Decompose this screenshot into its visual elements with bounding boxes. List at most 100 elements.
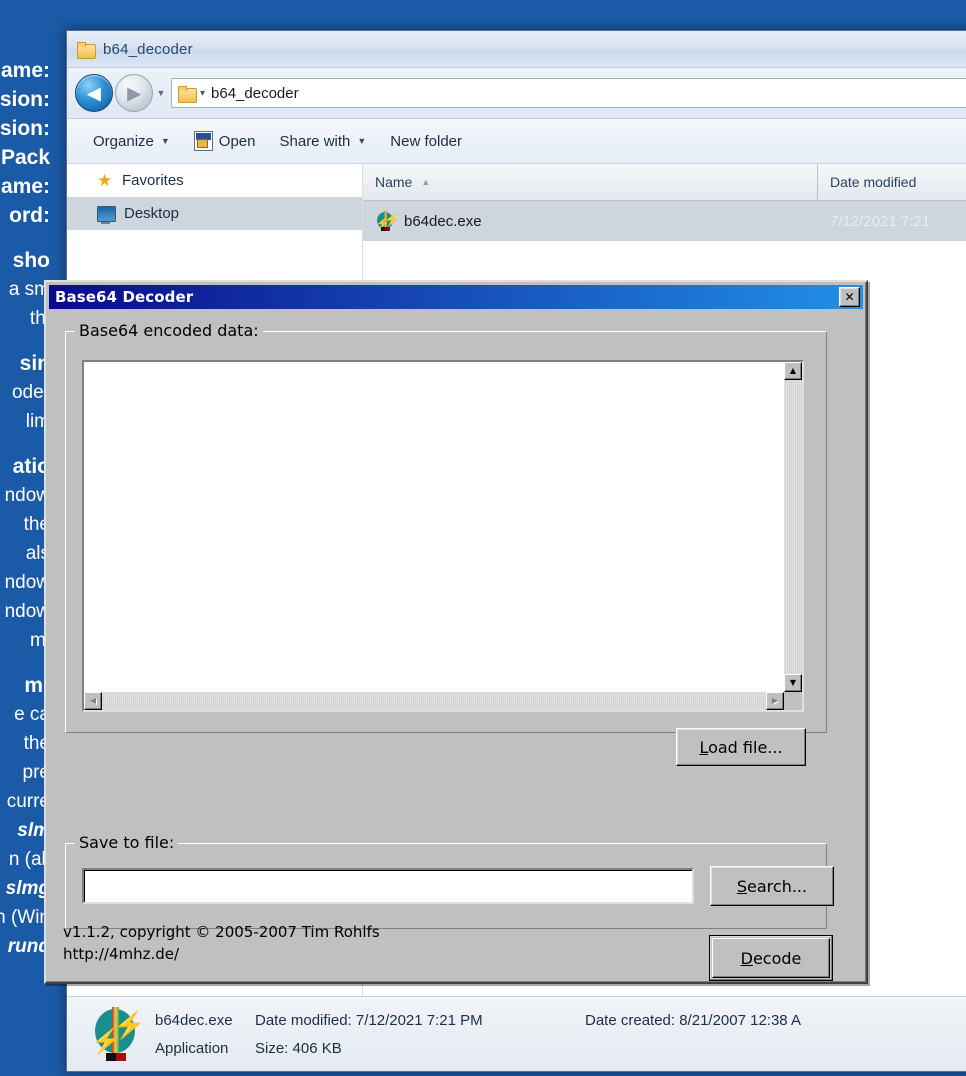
status-details: b64dec.exe Date modified: 7/12/2021 7:21…	[155, 1006, 966, 1062]
b64dec-app-icon: ⚡ ⚡	[376, 211, 401, 231]
base64-decoder-dialog: Base64 Decoder ✕ Base64 encoded data: ▲ …	[44, 280, 868, 984]
address-text: b64_decoder	[211, 84, 299, 102]
sort-ascending-icon: ▲	[421, 177, 431, 187]
save-to-file-group: Save to file: Search...	[65, 833, 834, 929]
status-file-type: Application	[155, 1039, 229, 1057]
explorer-toolbar: Organize ▼ Open Share with ▼ New folder	[67, 119, 966, 164]
back-arrow-icon: ◀	[87, 83, 101, 103]
breadcrumb-separator-icon: ▾	[200, 87, 206, 99]
address-folder-icon	[178, 85, 197, 103]
dialog-title-text: Base64 Decoder	[55, 288, 194, 306]
background-text-line: atio	[12, 455, 50, 478]
background-text-line: ord:	[9, 204, 50, 227]
background-text-line: rsion:	[0, 117, 50, 140]
forward-arrow-icon: ▶	[127, 83, 141, 103]
background-text-line	[0, 230, 50, 246]
toolbar-share-with[interactable]: Share with ▼	[268, 126, 379, 156]
background-text-line: slm	[17, 820, 50, 841]
status-date-created: Date created: 8/21/2007 12:38 A	[585, 1011, 801, 1029]
back-button[interactable]: ◀	[75, 74, 113, 112]
about-version-line: v1.1.2, copyright © 2005-2007 Tim Rohlfs	[63, 923, 380, 941]
scroll-right-icon[interactable]: ▶	[766, 692, 784, 710]
file-name-label: b64dec.exe	[404, 212, 482, 230]
save-path-input[interactable]	[82, 868, 694, 904]
sidebar-item-desktop[interactable]: Desktop	[67, 197, 362, 230]
about-url-line: http://4mhz.de/	[63, 945, 180, 963]
scroll-up-icon[interactable]: ▲	[784, 362, 802, 380]
status-file-name: b64dec.exe	[155, 1011, 233, 1029]
status-file-size: Size: 406 KB	[255, 1039, 342, 1057]
recent-pages-dropdown[interactable]: ▼	[153, 88, 169, 98]
file-date-modified-cell: 7/12/2021 7:21	[830, 212, 931, 230]
save-to-file-group-label: Save to file:	[75, 833, 179, 852]
column-header-date-modified[interactable]: Date modified	[818, 164, 966, 200]
column-header-name-label: Name	[375, 174, 413, 190]
background-text-line: als	[25, 543, 50, 564]
scroll-left-icon[interactable]: ◀	[84, 692, 102, 710]
base64-input-text[interactable]	[84, 362, 784, 692]
background-text-line: thi	[29, 308, 50, 329]
load-file-button-label: Load file...	[699, 737, 783, 757]
background-text-line: the	[23, 733, 50, 754]
desktop-icon	[97, 205, 116, 224]
background-text-line	[0, 436, 50, 452]
background-text-line	[0, 333, 50, 349]
save-path-value	[84, 870, 692, 882]
background-text-line: oder	[11, 382, 50, 403]
vertical-scrollbar[interactable]: ▲ ▼	[784, 362, 802, 692]
toolbar-new-folder[interactable]: New folder	[378, 126, 474, 156]
background-text-line: sho	[12, 249, 50, 272]
sidebar-item-favorites[interactable]: ★ Favorites	[67, 164, 362, 197]
toolbar-organize-label: Organize	[93, 132, 154, 150]
status-date-modified: Date modified: 7/12/2021 7:21 PM	[255, 1011, 483, 1029]
scroll-down-icon[interactable]: ▼	[784, 674, 802, 692]
background-text-column: lame: sion: rsion: e Pack lame: ord: sho a sm th…	[0, 56, 50, 961]
background-text-line: ndow	[4, 601, 50, 622]
sidebar-item-desktop-label: Desktop	[124, 205, 180, 222]
background-text-line: ndow	[4, 485, 50, 506]
toolbar-open[interactable]: Open	[182, 126, 268, 156]
background-text-line: n (Win	[0, 907, 50, 928]
star-icon: ★	[97, 170, 113, 190]
explorer-status-bar: ⚡ ⚡ b64dec.exe Date modified: 7/12/2021 7…	[67, 996, 966, 1071]
file-name-cell: ⚡ ⚡ b64dec.exe	[363, 211, 818, 231]
toolbar-share-with-label: Share with	[279, 132, 351, 150]
background-text-line: ndow	[4, 572, 50, 593]
background-text-line: the	[23, 514, 50, 535]
background-text-line: m:	[24, 674, 50, 697]
column-header-date-modified-label: Date modified	[830, 174, 917, 190]
background-text-line: mi	[29, 630, 50, 651]
background-text-line: lame:	[0, 175, 50, 198]
base64-input-textarea[interactable]: ▲ ▼ ◀ ▶	[82, 360, 804, 712]
background-text-line: a sm	[8, 279, 50, 300]
chevron-down-icon: ▼	[160, 136, 170, 146]
decode-button[interactable]: Decode	[709, 935, 833, 981]
toolbar-organize[interactable]: Organize ▼	[81, 126, 182, 156]
table-row[interactable]: ⚡ ⚡ b64dec.exe 7/12/2021 7:21	[363, 201, 966, 241]
background-text-line: lame:	[0, 59, 50, 82]
background-text-line: rund	[7, 936, 50, 957]
horizontal-scrollbar[interactable]: ◀ ▶	[84, 692, 784, 710]
status-file-icon: ⚡ ⚡	[89, 1007, 145, 1061]
toolbar-open-label: Open	[218, 132, 256, 150]
forward-button[interactable]: ▶	[115, 74, 153, 112]
background-text-line: n (all	[8, 849, 50, 870]
decode-button-label: Decode	[740, 948, 802, 968]
sidebar-item-favorites-label: Favorites	[122, 172, 184, 189]
background-text-line: sion:	[0, 88, 50, 111]
background-text-line: pre	[22, 762, 50, 783]
toolbar-new-folder-label: New folder	[390, 132, 462, 150]
background-text-line: lim	[25, 411, 50, 432]
search-button[interactable]: Search...	[710, 866, 834, 906]
close-icon[interactable]: ✕	[839, 287, 860, 307]
load-file-button[interactable]: Load file...	[676, 728, 806, 766]
scrollbar-corner	[784, 692, 802, 710]
address-bar[interactable]: ▾ b64_decoder	[171, 78, 966, 108]
search-button-label: Search...	[736, 876, 808, 896]
open-file-icon	[193, 131, 213, 151]
dialog-title-bar[interactable]: Base64 Decoder ✕	[49, 285, 863, 309]
explorer-title-bar: b64_decoder	[67, 31, 966, 68]
background-text-line	[0, 655, 50, 671]
explorer-navigation-bar: ◀ ▶ ▼ ▾ b64_decoder	[67, 68, 966, 119]
column-header-name[interactable]: Name ▲	[363, 164, 818, 200]
